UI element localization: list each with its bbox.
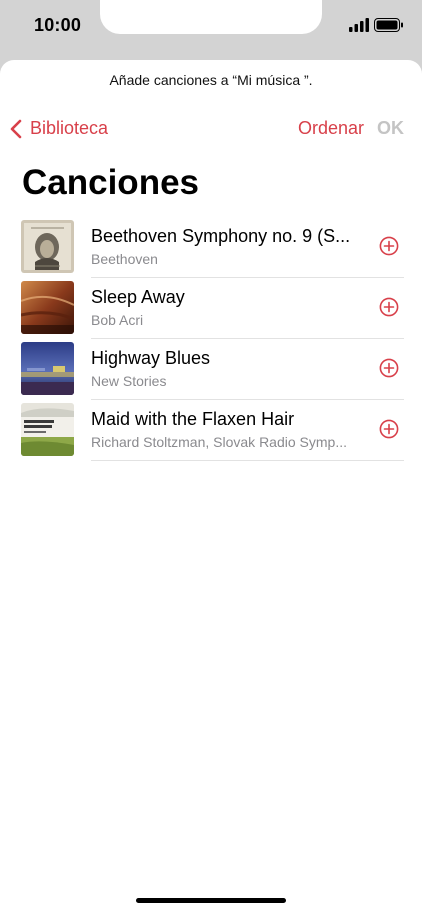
add-circle-icon[interactable]: [379, 236, 399, 256]
ok-button[interactable]: OK: [377, 118, 404, 139]
sort-button[interactable]: Ordenar: [298, 118, 364, 139]
song-title: Maid with the Flaxen Hair: [91, 409, 295, 429]
stoltzman-artwork: [21, 403, 74, 456]
row-separator: [91, 460, 404, 461]
add-songs-sheet: Añade canciones a “Mi música ”. Bibliote…: [0, 60, 422, 913]
song-row[interactable]: Highway Blues New Stories: [0, 339, 422, 400]
song-artist: Beethoven: [91, 251, 158, 267]
song-title: Sleep Away: [91, 287, 185, 307]
song-row[interactable]: Sleep Away Bob Acri: [0, 278, 422, 339]
highway-blues-artwork: [21, 342, 74, 395]
add-circle-icon[interactable]: [379, 419, 399, 439]
battery-icon: [374, 18, 403, 32]
nav-actions: Ordenar OK: [298, 118, 404, 139]
song-row[interactable]: Beethoven Symphony no. 9 (S... Beethoven: [0, 217, 422, 278]
song-artist: Richard Stoltzman, Slovak Radio Symp...: [91, 434, 347, 450]
phone-screen: 10:00 Añade canciones a “Mi música ”. Bi…: [0, 0, 422, 913]
song-title: Highway Blues: [91, 348, 211, 368]
song-title: Beethoven Symphony no. 9 (S...: [91, 226, 351, 246]
status-time: 10:00: [34, 15, 82, 35]
back-button-label: Biblioteca: [30, 118, 109, 138]
signal-icon: [349, 18, 369, 32]
song-list: Beethoven Symphony no. 9 (S... Beethoven: [0, 217, 422, 461]
home-indicator[interactable]: [136, 898, 286, 903]
add-circle-icon[interactable]: [379, 358, 399, 378]
song-artist: Bob Acri: [91, 312, 144, 328]
sheet-prompt: Añade canciones a “Mi música ”.: [109, 72, 313, 88]
back-button[interactable]: Biblioteca: [10, 118, 108, 139]
page-title: Canciones: [22, 163, 199, 202]
song-row[interactable]: Maid with the Flaxen Hair Richard Stoltz…: [0, 400, 422, 461]
song-artist: New Stories: [91, 373, 167, 389]
status-bar: 10:00: [0, 0, 422, 56]
chevron-left-icon: [10, 119, 22, 138]
beethoven-artwork: [21, 220, 74, 273]
sleep-away-artwork: [21, 281, 74, 334]
add-circle-icon[interactable]: [379, 297, 399, 317]
notch: [100, 0, 322, 34]
